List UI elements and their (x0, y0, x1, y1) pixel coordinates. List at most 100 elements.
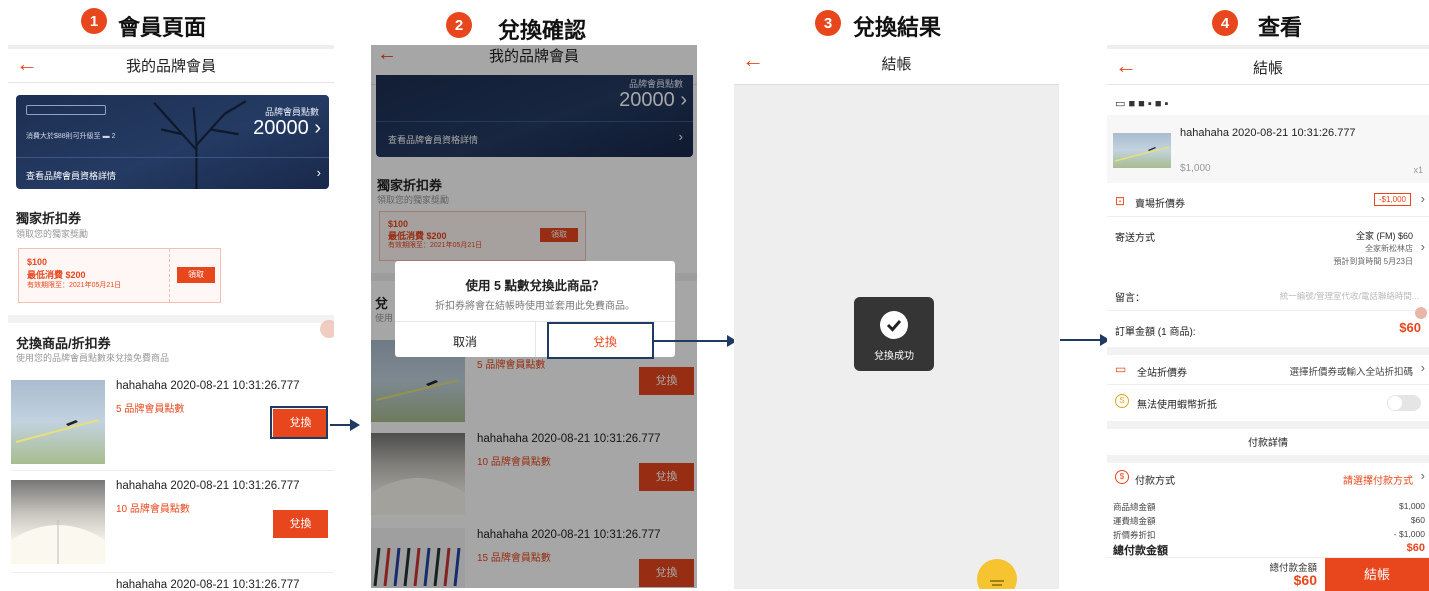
divider (1107, 421, 1429, 429)
screen-checkout: ← 結帳 ▭ ■ ■ ▪ ■ ▪ hahahaha 2020-08-21 10:… (1107, 45, 1429, 591)
dialog-title: 使用 5 點數兌換此商品？ (465, 279, 605, 293)
cancel-button[interactable]: 取消 (395, 333, 535, 350)
dialog-message: 折扣券將會在結帳時使用並套用此免費商品。 (435, 301, 635, 312)
flow-arrow (330, 424, 352, 426)
screen-result: ← 結帳 兌換成功 (734, 45, 1059, 589)
message-input[interactable]: 統一編號/管理室代收/電話聯絡時間... (1280, 290, 1419, 302)
summary-value: $1,000 (1399, 501, 1425, 511)
row-divider (11, 572, 334, 573)
chevron-right-icon: › (1420, 360, 1425, 375)
details-link[interactable]: 查看品牌會員資格詳情 (26, 169, 116, 182)
product-qty: x1 (1413, 165, 1423, 175)
claim-button[interactable]: 領取 (177, 267, 215, 283)
ticket-icon: ▭ (1115, 362, 1127, 376)
order-total-row: 訂單金額 (1 商品): $60 (1107, 313, 1429, 347)
payment-method-value: 請選擇付款方式 (1343, 476, 1413, 487)
site-voucher-value: 選擇折價券或輸入全站折扣碼 (1289, 367, 1413, 378)
product-image[interactable] (11, 380, 105, 464)
payment-method-label: 付款方式 (1135, 476, 1175, 487)
highlight-box (547, 322, 654, 359)
checkout-button[interactable]: 結帳 (1325, 558, 1429, 591)
float-coin-icon[interactable] (320, 320, 334, 338)
redeem-title: 兌換商品/折扣券 (16, 336, 111, 351)
toast-text: 兌換成功 (874, 351, 914, 362)
chevron-right-icon: › (1420, 468, 1425, 483)
product-points: 10 品牌會員點數 (116, 504, 190, 515)
shipping-method: 全家 (FM) $60 (1355, 231, 1413, 241)
site-voucher-row[interactable]: ▭ 全站折價券 選擇折價券或輸入全站折扣碼 › (1107, 355, 1429, 385)
step-3-badge: 3 (815, 10, 841, 36)
product-title: hahahaha 2020-08-21 10:31:26.777 (116, 480, 300, 492)
coupon-divider (169, 249, 170, 302)
voucher-value: -$1,000 (1373, 193, 1411, 206)
payment-details-title: 付款詳情 (1248, 438, 1288, 449)
step-4-title: 查看 (1258, 15, 1303, 40)
order-total-value: $60 (1399, 320, 1421, 335)
grand-total-label: 總付款金額 (1113, 545, 1168, 557)
exclusive-coupon: $100 最低消費 $200 有效期限至：2021年05月21日 領取 (18, 248, 221, 303)
order-total-label: 訂單金額 (1 商品): (1115, 327, 1196, 338)
shipping-row[interactable]: 寄送方式 全家 (FM) $60 全家新松林店 預計到貨時間 5月23日 › (1107, 219, 1429, 277)
step-1-title: 會員頁面 (118, 15, 207, 40)
flow-arrow (1060, 339, 1102, 341)
row-divider (11, 470, 334, 471)
payment-method-row[interactable]: $ 付款方式 請選擇付款方式 › (1107, 463, 1429, 493)
message-row: 留言： 統一編號/管理室代收/電話聯絡時間... (1107, 281, 1429, 311)
shipping-label: 寄送方式 (1115, 233, 1155, 244)
divider (8, 315, 334, 323)
tree-decoration-icon (152, 100, 246, 189)
exclusive-title: 獨家折扣券 (16, 211, 82, 226)
summary-value: - $1,000 (1393, 529, 1425, 539)
flow-arrow-head-icon (350, 419, 360, 431)
step-4-badge: 4 (1212, 10, 1238, 36)
member-card[interactable]: 消費大於$88則可升級至 ▬ 2 品牌會員點數 20000 › 查看品牌會員資格… (16, 95, 329, 189)
page-title: 我的品牌會員 (125, 58, 216, 75)
checkout-footer: 總付款金額 $60 結帳 (1107, 557, 1429, 591)
grand-total-value: $60 (1406, 542, 1425, 554)
redeem-button[interactable]: 兌換 (273, 510, 328, 538)
coins-label: 無法使用蝦幣折抵 (1137, 400, 1217, 411)
chevron-right-icon: › (1420, 239, 1425, 254)
step-3-title: 兌換結果 (853, 15, 942, 40)
shop-icon: ▭ (1115, 98, 1126, 110)
lightbulb-icon[interactable] (977, 559, 1017, 589)
coupon-valid: 有效期限至：2021年05月21日 (27, 282, 122, 289)
divider (1107, 347, 1429, 355)
chevron-right-icon: › (1420, 191, 1425, 206)
nav-bar: ← 我的品牌會員 (8, 45, 334, 83)
page-title: 結帳 (881, 56, 912, 73)
screen-confirm: ← 我的品牌會員 品牌會員點數 20000 › 查看品牌會員資格詳情 › 獨家折… (371, 45, 697, 588)
toggle-knob (1388, 396, 1402, 410)
coupon-amount: $100 (27, 257, 48, 267)
card-divider (16, 157, 329, 158)
spend-note: 消費大於$88則可升級至 ▬ 2 (26, 133, 116, 140)
voucher-label: 賣場折價券 (1135, 199, 1185, 210)
step-2-title: 兌換確認 (498, 18, 587, 43)
shipping-store: 全家新松林店 (1365, 244, 1413, 253)
footer-total-value: $60 (1293, 572, 1317, 588)
check-circle-icon (880, 311, 908, 339)
success-toast: 兌換成功 (854, 297, 934, 371)
step-1-badge: 1 (81, 8, 107, 34)
shipping-eta: 預計到貨時間 5月23日 (1333, 257, 1413, 266)
summary-value: $60 (1410, 515, 1425, 525)
exclusive-subtitle: 領取您的獨家獎勵 (16, 229, 89, 239)
coins-row: S 無法使用蝦幣折抵 (1107, 385, 1429, 419)
page-title: 結帳 (1252, 60, 1283, 77)
product-row: hahahaha 2020-08-21 10:31:26.777 $1,000 … (1107, 115, 1429, 183)
chevron-right-icon: › (316, 165, 321, 180)
coins-toggle[interactable] (1387, 395, 1421, 411)
message-label: 留言： (1115, 293, 1145, 304)
plane-icon (15, 419, 100, 443)
plane-icon (1114, 146, 1170, 162)
product-image[interactable] (11, 480, 105, 564)
step-2-badge: 2 (446, 12, 472, 38)
highlight-box (270, 406, 328, 439)
shop-voucher-row[interactable]: ⊡ 賣場折價券 -$1,000 › (1107, 185, 1429, 217)
product-title: hahahaha 2020-08-21 10:31:26.777 (116, 579, 300, 591)
site-voucher-label: 全站折價券 (1137, 368, 1187, 379)
summary-label: 折價券折扣 (1113, 530, 1156, 540)
summary-label: 商品總金額 (1113, 502, 1156, 512)
shop-name[interactable]: ▭ ■ ■ ▪ ■ ▪ (1115, 97, 1168, 110)
payment-icon: $ (1115, 470, 1129, 484)
